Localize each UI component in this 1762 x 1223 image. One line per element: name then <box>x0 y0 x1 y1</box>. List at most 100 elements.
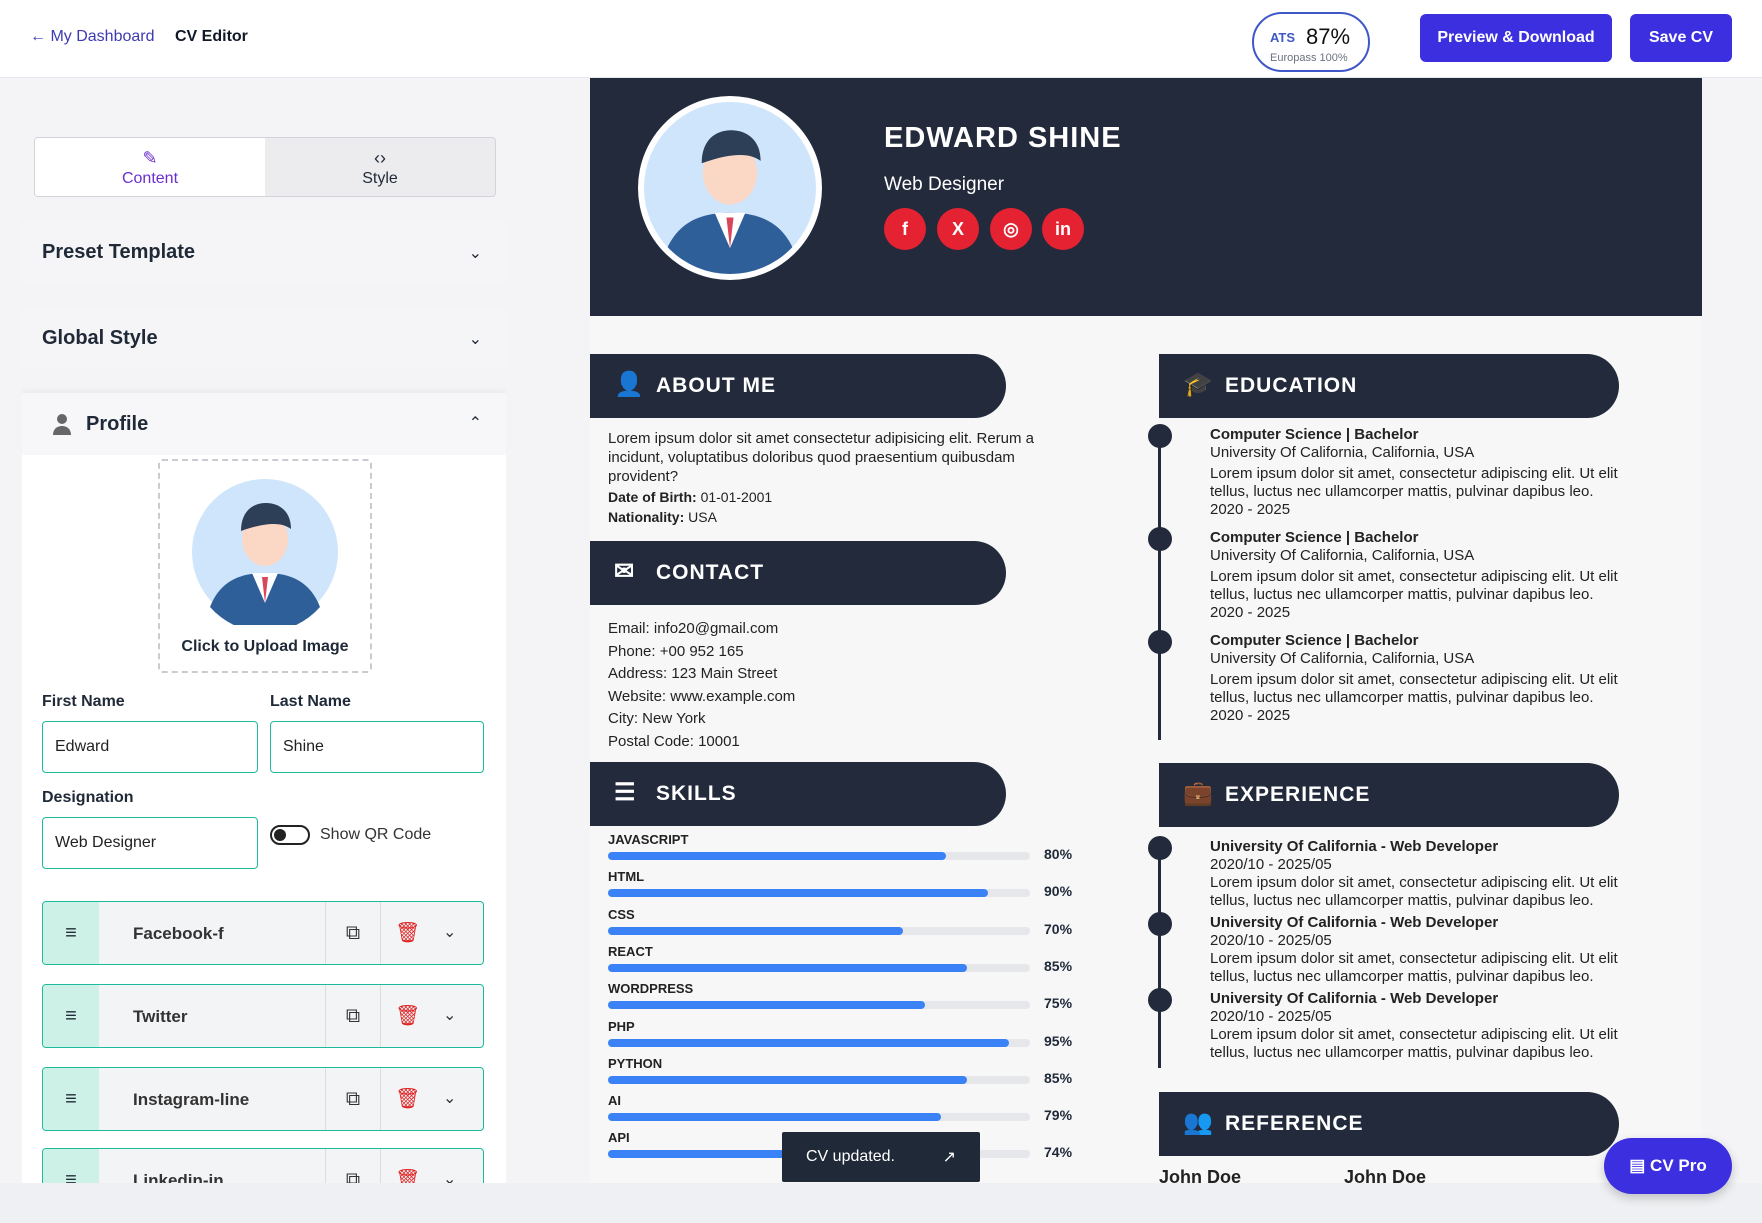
social-name: Twitter <box>133 1007 188 1026</box>
timeline-dot <box>1148 836 1172 860</box>
skill-bar <box>608 1113 942 1122</box>
cv-photo <box>638 96 822 280</box>
last-name-label: Last Name <box>270 693 351 710</box>
chevron-down-icon[interactable]: ⌄ <box>443 1169 456 1183</box>
tab-content[interactable]: ✎ Content <box>35 138 265 196</box>
skill-bar <box>608 1038 1009 1047</box>
experience-heading: University Of California - Web Developer <box>1210 838 1499 855</box>
global-style-accordion[interactable]: Global Style ⌄ <box>22 307 506 369</box>
chevron-down-icon[interactable]: ⌄ <box>443 1005 456 1025</box>
copy-icon[interactable]: ⧉ <box>325 902 381 964</box>
drag-handle-icon[interactable]: ≡ <box>43 985 99 1047</box>
education-degree: Bachelor <box>1354 632 1419 649</box>
instagram-icon[interactable]: ◎ <box>990 208 1032 250</box>
drag-handle-icon[interactable]: ≡ <box>43 902 99 964</box>
preset-template-accordion[interactable]: Preset Template ⌄ <box>22 221 506 283</box>
education-field: Computer Science <box>1210 426 1342 443</box>
skill-track <box>608 852 1030 860</box>
chevron-down-icon[interactable]: ⌄ <box>443 1088 456 1108</box>
education-school: University Of California, California, US… <box>1210 547 1475 564</box>
reference-section-header: 👥 REFERENCE <box>1159 1092 1619 1156</box>
experience-role: Web Developer <box>1390 914 1499 931</box>
contact-list: Email: info20@gmail.com Phone: +00 952 16… <box>608 618 795 753</box>
skill-item: HTML 90% <box>608 869 1078 899</box>
trash-icon[interactable]: 🗑 <box>395 920 420 945</box>
back-to-dashboard-link[interactable]: ← My Dashboard <box>30 28 155 46</box>
ats-score-badge[interactable]: ATS 87% Europass 100% <box>1252 12 1370 72</box>
cv-pro-button[interactable]: ▤ CV Pro <box>1604 1138 1732 1194</box>
tab-style[interactable]: ‹› Style <box>265 138 495 196</box>
experience-desc: Lorem ipsum dolor sit amet, consectetur … <box>1210 950 1618 985</box>
photo-upload[interactable]: Click to Upload Image <box>158 459 372 673</box>
linkedin-icon[interactable]: in <box>1042 208 1084 250</box>
bottom-bar <box>0 1183 1762 1223</box>
skill-percent: 95% <box>1044 1032 1073 1049</box>
list-icon: ☰ <box>614 779 637 806</box>
user-icon <box>53 414 71 435</box>
contact-row: Phone: +00 952 165 <box>608 641 795 664</box>
copy-icon[interactable]: ⧉ <box>325 1149 381 1183</box>
experience-org: University Of California <box>1210 990 1377 1007</box>
timeline-dot <box>1148 424 1172 448</box>
qr-code-toggle[interactable] <box>270 825 310 845</box>
education-degree: Bachelor <box>1354 426 1419 443</box>
profile-accordion[interactable]: Profile ⌃ <box>22 393 506 455</box>
skill-percent: 70% <box>1044 920 1073 937</box>
mail-icon: ✉ <box>614 558 636 585</box>
x-twitter-icon[interactable]: X <box>937 208 979 250</box>
user-icon: 👤 <box>614 371 645 398</box>
skill-bar <box>608 1001 925 1010</box>
first-name-input[interactable]: Edward <box>42 721 258 773</box>
last-name-input[interactable]: Shine <box>270 721 484 773</box>
contact-value: New York <box>642 710 706 727</box>
trash-icon[interactable]: 🗑 <box>395 1003 420 1028</box>
drag-handle-icon[interactable]: ≡ <box>43 1068 99 1130</box>
trash-icon[interactable]: 🗑 <box>395 1086 420 1111</box>
document-icon: ▤ <box>1629 1156 1651 1175</box>
skill-bar <box>608 852 946 860</box>
skill-track <box>608 889 1030 898</box>
skill-name: AI <box>608 1093 621 1109</box>
nationality-label: Nationality: <box>608 509 685 525</box>
skill-item: REACT 85% <box>608 943 1078 974</box>
drag-handle-icon[interactable]: ≡ <box>43 1149 99 1183</box>
global-style-label: Global Style <box>42 327 158 349</box>
experience-org: University Of California <box>1210 914 1377 931</box>
skill-percent: 75% <box>1044 995 1073 1012</box>
education-school: University Of California, California, US… <box>1210 444 1475 461</box>
skill-track <box>608 926 1030 935</box>
copy-icon[interactable]: ⧉ <box>325 1068 381 1130</box>
social-item[interactable]: ≡ Linkedin-in ⧉ 🗑 ⌄ <box>42 1148 484 1183</box>
cv-first-name: EDWARD <box>884 122 1019 154</box>
chevron-down-icon[interactable]: ⌄ <box>443 922 456 942</box>
reference-title: REFERENCE <box>1225 1112 1364 1135</box>
contact-label: Phone: <box>608 642 656 660</box>
education-heading: Computer Science | Bachelor <box>1210 529 1419 546</box>
ats-value: 87% <box>1306 24 1351 49</box>
social-item[interactable]: ≡ Instagram-line ⧉ 🗑 ⌄ <box>42 1067 484 1131</box>
contact-label: Postal Code: <box>608 732 694 750</box>
experience-dates: 2020/10 - 2025/05 <box>1210 932 1332 949</box>
facebook-icon[interactable]: f <box>884 208 926 250</box>
arrow-up-right-icon[interactable]: ↗ <box>943 1147 956 1167</box>
save-cv-button[interactable]: Save CV <box>1630 14 1732 62</box>
avatar <box>665 130 795 274</box>
skill-percent: 74% <box>1044 1144 1073 1161</box>
skill-name: REACT <box>608 943 653 959</box>
skill-track <box>608 1001 1030 1010</box>
education-field: Computer Science <box>1210 529 1342 546</box>
social-name: Facebook-f <box>133 924 224 943</box>
cv-preview: EDWARD SHINE Web Designer f X ◎ in 👤 ABOU… <box>590 78 1702 1183</box>
copy-icon[interactable]: ⧉ <box>325 985 381 1047</box>
preview-download-button[interactable]: Preview & Download <box>1420 14 1612 62</box>
about-title: ABOUT ME <box>656 374 776 397</box>
trash-icon[interactable]: 🗑 <box>395 1167 420 1183</box>
education-section-header: 🎓 EDUCATION <box>1159 354 1619 418</box>
skill-name: CSS <box>608 906 635 922</box>
contact-label: Website: <box>608 687 667 705</box>
cv-pro-label: CV Pro <box>1650 1156 1707 1175</box>
social-item[interactable]: ≡ Twitter ⧉ 🗑 ⌄ <box>42 984 484 1048</box>
designation-input[interactable]: Web Designer <box>42 817 258 869</box>
experience-timeline <box>1158 838 1161 1068</box>
social-item[interactable]: ≡ Facebook-f ⧉ 🗑 ⌄ <box>42 901 484 965</box>
